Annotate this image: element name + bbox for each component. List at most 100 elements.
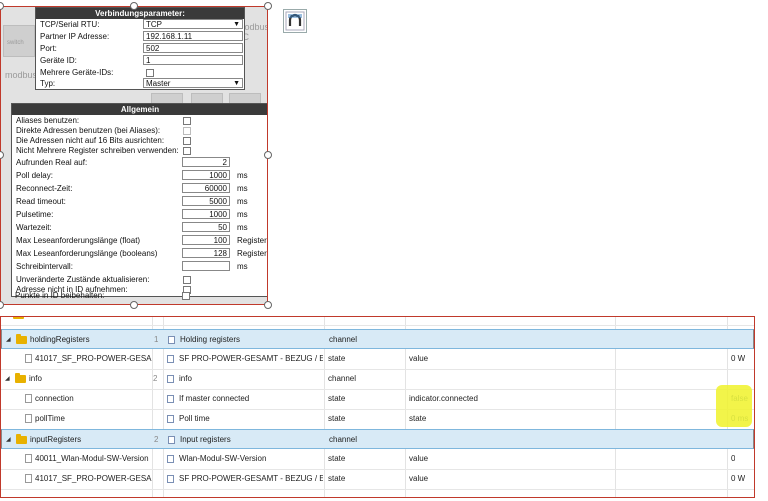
folder-icon [16,334,27,344]
general-field-row: Max Leseanforderungslänge (float) 100 Re… [12,235,267,246]
wait-time-unit: ms [237,223,248,232]
protocol-select-value: TCP [146,20,162,29]
round-real-input[interactable]: 2 [182,157,230,167]
round-real-label: Aufrunden Real auf: [16,158,88,167]
file-icon [25,474,32,483]
tree-row-name: info [179,374,192,383]
no-align-checkbox[interactable] [183,137,191,145]
tree-row-name: Wlan-Modul-SW-Version [179,454,267,463]
read-timeout-label: Read timeout: [16,197,66,206]
resize-handle[interactable] [130,301,138,309]
tree-row-name: If master connected [179,394,250,403]
type-select[interactable]: Master ▼ [143,78,243,88]
magnet-button[interactable] [283,9,307,33]
tree-row[interactable]: 41017_SF_PRO-POWER-GESAMT - BEZUG / EI SF… [1,349,754,370]
read-timeout-input[interactable]: 5000 [182,196,230,206]
multi-ids-checkbox[interactable] [146,69,154,77]
ip-input[interactable]: 192.168.1.11 [143,31,243,41]
resize-handle[interactable] [264,301,272,309]
general-check-row: Nicht Mehrere Register schreiben verwend… [12,145,267,156]
update-unchanged-checkbox[interactable] [183,276,191,284]
folder-icon [15,373,26,383]
tree-row-name: Holding registers [180,335,241,344]
general-panel-title: Allgemein [12,104,267,115]
device-id-input[interactable]: 1 [143,55,243,65]
resize-handle[interactable] [0,301,4,309]
tree-row-id: 41017_SF_PRO-POWER-GESAMT - BEZUG / EI [35,474,152,483]
expand-triangle-icon[interactable]: ◢ [6,330,11,350]
max-read-float-input[interactable]: 100 [182,235,230,245]
port-label: Port: [40,44,57,53]
reconnect-label: Reconnect-Zeit: [16,184,73,193]
read-timeout-unit: ms [237,197,248,206]
no-multi-write-label: Nicht Mehrere Register schreiben verwend… [16,146,179,155]
max-read-bool-unit: Register [237,249,267,258]
resize-handle[interactable] [264,151,272,159]
tree-row-count: +5 [153,317,162,325]
file-icon [25,414,32,423]
conn-row-ip: Partner IP Adresse: 192.168.1.11 [36,31,244,42]
tree-row-role: state [409,414,427,423]
file-icon [25,394,32,403]
port-input[interactable]: 502 [143,43,243,53]
chevron-down-icon: ▼ [233,21,240,28]
info-icon [167,375,174,383]
tree-row-type: channel [329,335,358,344]
conn-row-type: Typ: Master ▼ [36,78,244,89]
direct-addresses-checkbox[interactable] [183,127,191,135]
tree-row-name: Input registers [180,435,231,444]
tree-row[interactable]: connection If master connected state indica… [1,389,754,410]
poll-delay-unit: ms [237,171,248,180]
tree-row[interactable]: 40011_Wlan-Modul-SW-Version Wlan-Modul-SW… [1,449,754,470]
write-interval-unit: ms [237,262,248,271]
wait-time-label: Wartezeit: [16,223,52,232]
reconnect-unit: ms [237,184,248,193]
tree-row[interactable]: ◢ inputRegisters 2 Input registers channel [1,429,754,449]
wait-time-input[interactable]: 50 [182,222,230,232]
pulsetime-label: Pulsetime: [16,210,54,219]
info-icon [167,395,174,403]
pulsetime-unit: ms [237,210,248,219]
reconnect-input[interactable]: 60000 [182,183,230,193]
tree-row-id: pollTime [35,414,65,423]
info-icon [167,475,174,483]
resize-handle[interactable] [264,2,272,10]
tree-row[interactable]: ◢ info 2 info channel [1,369,754,390]
tree-row-role: indicator.connected [409,394,478,403]
pulsetime-input[interactable]: 1000 [182,209,230,219]
type-label: Typ: [40,79,56,88]
keep-dots-checkbox[interactable] [182,292,190,300]
protocol-label: TCP/Serial RTU: [40,20,100,29]
aliases-checkbox[interactable] [183,117,191,125]
magnet-icon [285,11,305,31]
tree-row-value: 0 W [731,474,746,483]
tree-row-role: value [409,354,429,363]
tree-row[interactable]: ◢ holdingRegisters 1 Holding registers chann… [1,329,754,349]
general-field-row: Wartezeit: 50 ms [12,222,267,233]
expand-triangle-icon[interactable]: ◢ [5,317,10,325]
resize-handle[interactable] [130,2,138,10]
type-select-value: Master [146,79,171,88]
write-interval-input[interactable] [182,261,230,271]
folder-icon [16,434,27,444]
tree-row-modbus[interactable]: ◢ modbus.0 +5 [1,317,754,326]
tree-row[interactable]: 41017_SF_PRO-POWER-GESAMT - BEZUG / EI SF… [1,469,754,490]
info-icon [168,436,175,444]
general-field-row: Pulsetime: 1000 ms [12,209,267,220]
expand-triangle-icon[interactable]: ◢ [5,369,10,389]
protocol-select[interactable]: TCP ▼ [143,19,243,29]
info-icon [168,336,175,344]
tree-row-type: state [328,474,346,483]
tree-row-id: connection [35,394,74,403]
no-multi-write-checkbox[interactable] [183,147,191,155]
object-tree: ◢ modbus.0 +5 ◢ holdingRegisters 1 Holding … [0,316,755,498]
info-icon [167,455,174,463]
poll-delay-input[interactable]: 1000 [182,170,230,180]
tree-row-role: value [409,454,429,463]
tree-row[interactable]: pollTimePoll timestatestate0 ms [1,409,754,430]
tree-row-id: modbus.0 [27,317,62,325]
general-field-row: Reconnect-Zeit: 60000 ms [12,183,267,194]
bg-label-modbus: modbus [5,70,38,80]
max-read-bool-input[interactable]: 128 [182,248,230,258]
expand-triangle-icon[interactable]: ◢ [6,430,11,450]
